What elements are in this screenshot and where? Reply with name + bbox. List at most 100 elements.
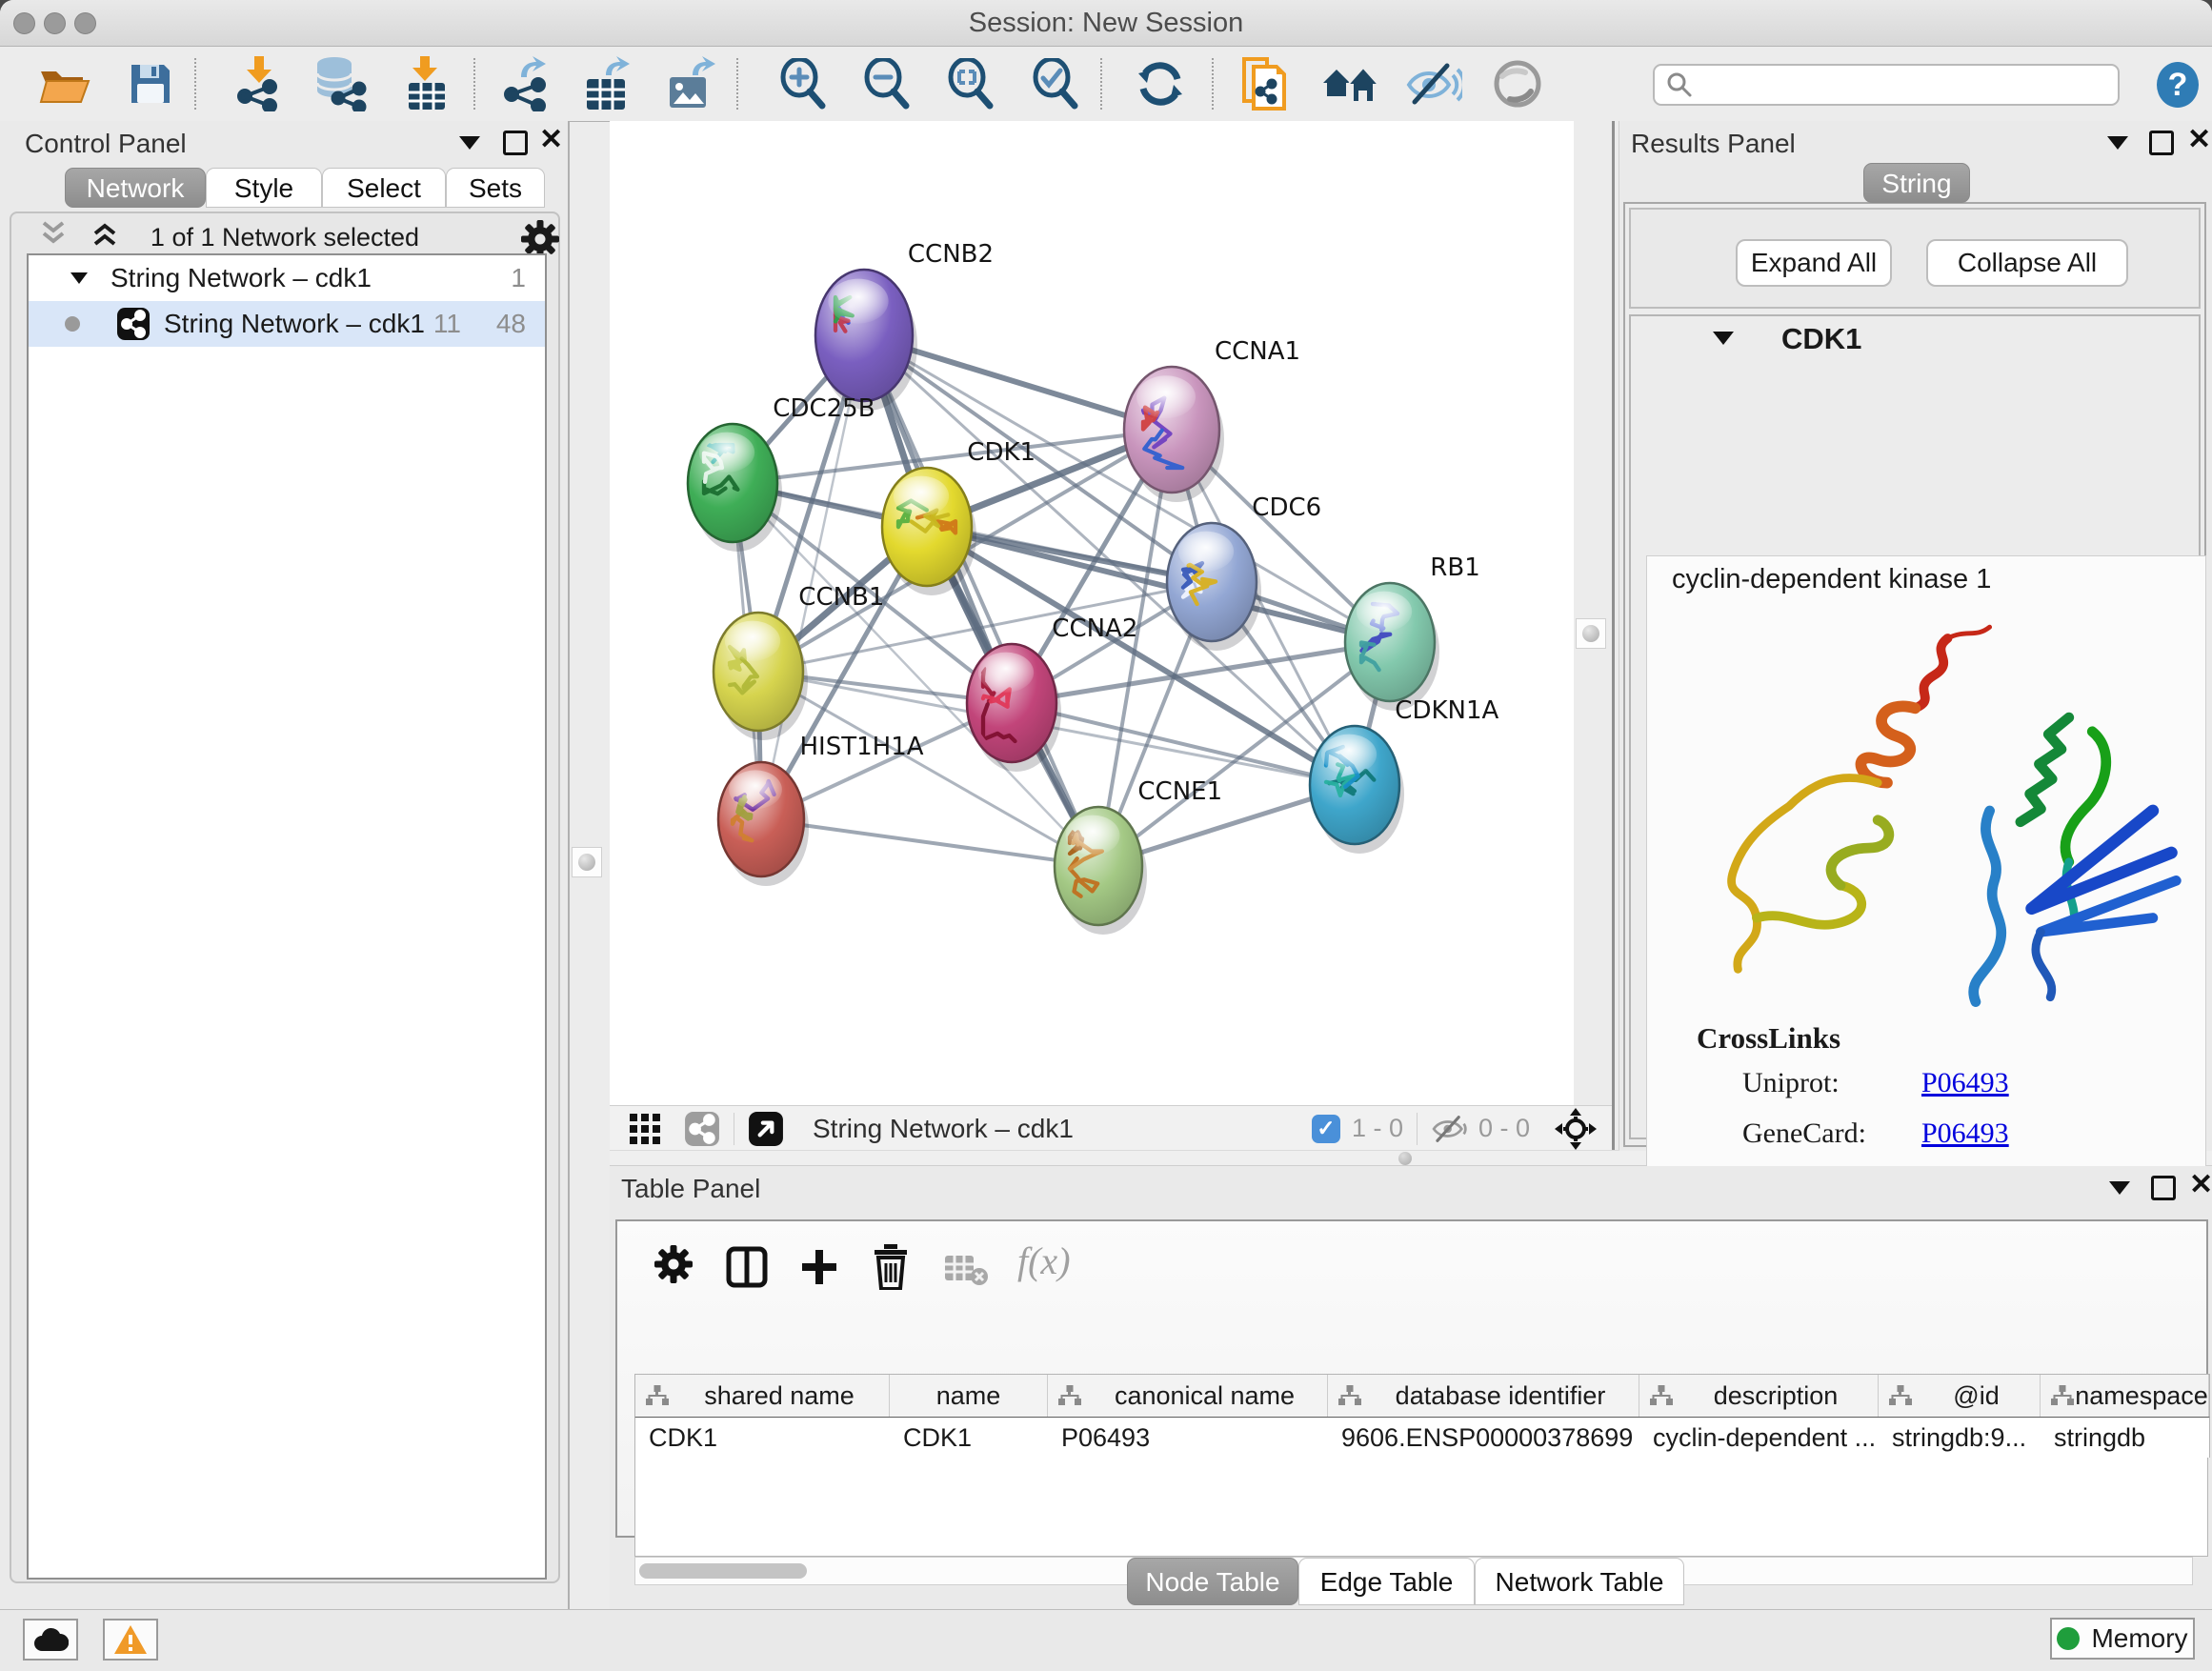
node-HIST1H1A[interactable]: HIST1H1A (718, 733, 924, 886)
memory-button[interactable]: Memory (2050, 1618, 2195, 1660)
table-cell[interactable]: CDK1 (890, 1418, 1048, 1458)
node-CCNA1[interactable]: CCNA1 (1124, 337, 1300, 502)
import-network-database-button[interactable] (311, 54, 370, 113)
warning-button[interactable] (103, 1619, 158, 1661)
search-input[interactable] (1653, 64, 2120, 106)
zoom-selected-button[interactable] (1026, 54, 1085, 113)
column-layout-icon[interactable] (726, 1246, 768, 1288)
column-header-canonical-name[interactable]: canonical name (1048, 1375, 1328, 1417)
panel-close-icon[interactable]: ✕ (2189, 1174, 2212, 1197)
table-cell[interactable]: 9606.ENSP00000378699 (1328, 1418, 1639, 1458)
node-CDC6[interactable]: CDC6 (1167, 493, 1321, 651)
network-collection-row[interactable]: String Network – cdk1 1 (29, 255, 545, 301)
grid-view-icon[interactable] (629, 1113, 661, 1145)
network-row-selected[interactable]: String Network – cdk1 11 48 (29, 301, 545, 347)
panel-menu-icon[interactable] (2109, 1181, 2130, 1195)
table-cell[interactable]: cyclin-dependent ... (1639, 1418, 1879, 1458)
panel-close-icon[interactable]: ✕ (2187, 129, 2211, 151)
node-label-CCNA2: CCNA2 (1052, 614, 1137, 643)
entry-collapse-icon[interactable] (1713, 332, 1734, 345)
table-cell[interactable]: stringdb:9... (1879, 1418, 2041, 1458)
birds-eye-button[interactable] (1488, 54, 1547, 113)
panel-divider[interactable] (1612, 121, 1619, 1151)
table-cell[interactable]: stringdb (2041, 1418, 2209, 1458)
expand-all-button[interactable]: Expand All (1736, 239, 1892, 287)
edge-count: 48 (496, 309, 526, 339)
column-header-namespace[interactable]: namespace (2041, 1375, 2209, 1417)
tab-select[interactable]: Select (322, 168, 446, 208)
export-network-button[interactable] (497, 54, 556, 113)
tab-node-table[interactable]: Node Table (1127, 1558, 1298, 1605)
edge-CCNB2-CCNE1[interactable] (864, 335, 1098, 866)
right-splitter-handle[interactable] (1576, 618, 1606, 649)
tree-expand-icon[interactable] (70, 272, 88, 284)
zoom-fit-button[interactable] (941, 54, 1000, 113)
selected-checkbox-icon[interactable]: ✓ (1312, 1115, 1340, 1143)
column-header-description[interactable]: description (1639, 1375, 1879, 1417)
panel-menu-icon[interactable] (459, 136, 480, 150)
node-RB1[interactable]: RB1 (1345, 554, 1480, 711)
node-CDC25B[interactable]: CDC25B (688, 394, 875, 552)
toggle-graphics-details-button[interactable] (1404, 54, 1463, 113)
open-in-window-icon[interactable] (748, 1111, 784, 1147)
panel-close-icon[interactable]: ✕ (539, 129, 563, 151)
refresh-view-button[interactable] (1131, 54, 1190, 113)
column-header-shared-name[interactable]: shared name (635, 1375, 890, 1417)
splitter-handle-dot[interactable] (1398, 1152, 1412, 1165)
cloud-button[interactable] (23, 1619, 78, 1661)
column-type-icon (645, 1384, 670, 1407)
table-cell[interactable]: CDK1 (635, 1418, 890, 1458)
panel-float-icon[interactable] (2149, 131, 2174, 155)
column-header--id[interactable]: @id (1879, 1375, 2041, 1417)
delete-column-icon[interactable] (871, 1244, 911, 1290)
tab-network[interactable]: Network (65, 168, 206, 208)
toolbar-separator (194, 58, 196, 110)
export-table-button[interactable] (579, 54, 638, 113)
crosslink-value-link[interactable]: P06493 (1921, 1117, 2009, 1150)
duplicate-network-button[interactable] (1236, 54, 1295, 113)
import-network-file-button[interactable] (230, 54, 289, 113)
crosshair-icon[interactable] (1555, 1108, 1597, 1150)
zoom-out-button[interactable] (857, 54, 916, 113)
zoom-in-button[interactable] (774, 54, 833, 113)
help-button[interactable]: ? (2155, 60, 2201, 110)
edge-HIST1H1A-CCNE1[interactable] (761, 819, 1098, 866)
network-view-toolbar: String Network – cdk1 ✓ 1 - 0 0 - 0 (610, 1105, 1612, 1151)
scrollbar-thumb[interactable] (639, 1563, 807, 1579)
panel-float-icon[interactable] (2151, 1176, 2176, 1200)
tab-string[interactable]: String (1863, 163, 1970, 203)
column-header-database-identifier[interactable]: database identifier (1328, 1375, 1639, 1417)
crosslink-value-link[interactable]: P06493 (1921, 1067, 2009, 1099)
table-row[interactable]: CDK1CDK1P064939606.ENSP00000378699cyclin… (634, 1418, 2210, 1458)
crosslink-label: GeneCard: (1742, 1117, 1866, 1150)
table-cell[interactable]: P06493 (1048, 1418, 1328, 1458)
refresh-icon (1135, 58, 1186, 110)
collapse-all-button[interactable]: Collapse All (1926, 239, 2128, 287)
add-column-icon[interactable] (798, 1246, 840, 1288)
home-button[interactable] (1321, 54, 1380, 113)
node-CDKN1A[interactable]: CDKN1A (1310, 696, 1499, 854)
cloud-icon (32, 1626, 69, 1653)
toolbar-separator (1417, 1113, 1418, 1145)
node-CCNB2[interactable]: CCNB2 (815, 240, 994, 411)
tab-sets[interactable]: Sets (446, 168, 545, 208)
left-splitter-handle[interactable] (572, 847, 602, 877)
panel-float-icon[interactable] (503, 131, 528, 155)
tab-style[interactable]: Style (206, 168, 322, 208)
tab-edge-table[interactable]: Edge Table (1298, 1558, 1475, 1605)
node-label-HIST1H1A: HIST1H1A (800, 733, 924, 761)
import-table-button[interactable] (395, 54, 454, 113)
export-image-button[interactable] (663, 54, 722, 113)
save-session-button[interactable] (121, 54, 180, 113)
edge-CCNA2-CDKN1A[interactable] (1012, 703, 1355, 785)
panel-menu-icon[interactable] (2107, 136, 2128, 150)
tab-network-table[interactable]: Network Table (1475, 1558, 1684, 1605)
column-header-name[interactable]: name (890, 1375, 1048, 1417)
share-view-icon[interactable] (684, 1111, 720, 1147)
node-CCNE1[interactable]: CCNE1 (1055, 777, 1222, 935)
gear-icon[interactable] (654, 1244, 694, 1289)
network-canvas[interactable]: CCNB2CCNA1CDC25BCDK1CDC6RB1CCNB1CCNA2CDK… (610, 121, 1575, 1105)
node-CCNA2[interactable]: CCNA2 (967, 614, 1137, 772)
node-CCNB1[interactable]: CCNB1 (714, 583, 884, 740)
open-file-button[interactable] (35, 54, 94, 113)
